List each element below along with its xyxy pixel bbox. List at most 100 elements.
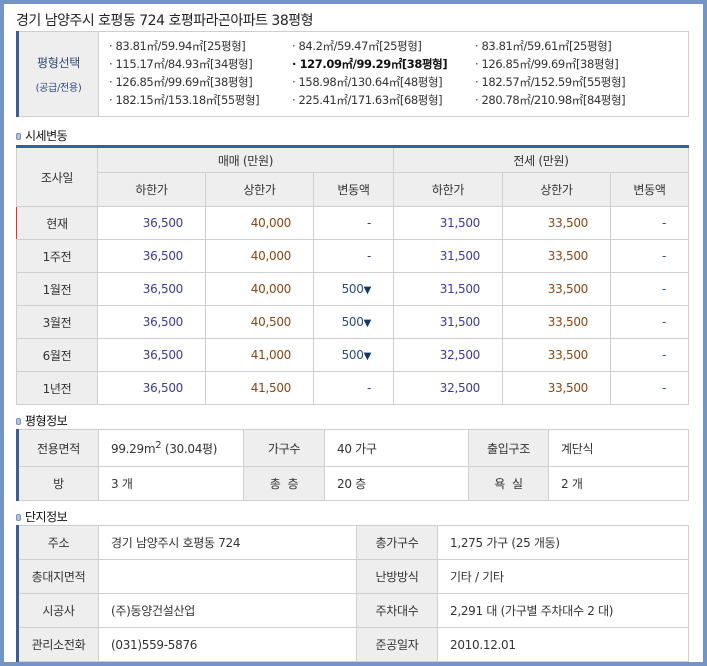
sale-low: 36,500 [97, 272, 206, 306]
completion-value: 2010.12.01 [437, 627, 689, 662]
entrance-label: 출입구조 [468, 429, 549, 467]
header-jeonse-low: 하한가 [393, 172, 503, 207]
header-jeonse-high: 상한가 [502, 172, 611, 207]
bath-label: 욕 실 [468, 466, 549, 501]
sale-change: - [313, 371, 394, 405]
down-arrow-icon: ▼ [363, 351, 372, 362]
header-jeonse: 전세 (만원) [393, 146, 689, 173]
size-option[interactable]: · 115.17㎡/84.93㎡[34평형] [109, 56, 292, 74]
sale-high: 40,000 [205, 272, 314, 306]
section-unit-info: 평형정보 [16, 412, 68, 429]
sale-low: 36,500 [97, 371, 206, 405]
jeonse-low: 31,500 [393, 272, 503, 306]
jeonse-low: 32,500 [393, 371, 503, 405]
sale-high: 40,000 [205, 206, 314, 240]
bullet-icon [16, 133, 21, 140]
address-value: 경기 남양주시 호평동 724 [98, 525, 357, 560]
households-value: 40 가구 [324, 429, 469, 467]
header-sale-high: 상한가 [205, 172, 314, 207]
price-table: 조사일 매매 (만원) 전세 (만원) 하한가 상한가 변동액 하한가 상한가 … [16, 145, 689, 405]
header-date: 조사일 [16, 146, 98, 207]
size-option[interactable]: · 158.98㎡/130.64㎡[48평형] [292, 74, 475, 92]
price-row: 1월전 36,500 40,000 500▼ 31,500 33,500 - [16, 272, 689, 306]
size-select-label: 평형선택 (공급/전용) [16, 31, 99, 117]
builder-value: (주)동양건설산업 [98, 593, 357, 628]
size-option[interactable]: · 225.41㎡/171.63㎡[68평형] [292, 92, 475, 110]
header-sale: 매매 (만원) [97, 146, 394, 173]
size-options: · 83.81㎡/59.94㎡[25평형] · 84.2㎡/59.47㎡[25평형… [98, 31, 689, 117]
header-sale-change: 변동액 [313, 172, 394, 207]
bullet-icon [16, 418, 21, 425]
rooms-value: 3 개 [98, 466, 244, 501]
header-sale-low: 하한가 [97, 172, 206, 207]
sale-high: 41,500 [205, 371, 314, 405]
price-row: 3월전 36,500 40,500 500▼ 31,500 33,500 - [16, 305, 689, 339]
jeonse-high: 33,500 [502, 338, 611, 372]
sale-low: 36,500 [97, 206, 206, 240]
section-complex-info: 단지정보 [16, 508, 68, 525]
down-arrow-icon: ▼ [363, 285, 372, 296]
section-price-change: 시세변동 [16, 127, 68, 144]
size-option[interactable]: · 127.09㎡/99.29㎡[38평형] [292, 56, 475, 74]
size-option[interactable]: · 83.81㎡/59.94㎡[25평형] [109, 38, 292, 56]
rooms-label: 방 [16, 466, 99, 501]
sale-low: 36,500 [97, 305, 206, 339]
heating-value: 기타 / 기타 [437, 559, 689, 594]
sale-high: 41,000 [205, 338, 314, 372]
sale-change: 500▼ [313, 305, 394, 339]
jeonse-change: - [610, 338, 689, 372]
bath-value: 2 개 [548, 466, 689, 501]
jeonse-low: 31,500 [393, 305, 503, 339]
price-row: 6월전 36,500 41,000 500▼ 32,500 33,500 - [16, 338, 689, 372]
row-date: 1월전 [16, 272, 98, 306]
property-panel: 경기 남양주시 호평동 724 호평파라곤아파트 38평형 평형선택 (공급/전용… [4, 4, 703, 662]
land-area-label: 총대지면적 [16, 559, 99, 594]
sale-high: 40,500 [205, 305, 314, 339]
page-title: 경기 남양주시 호평동 724 호평파라곤아파트 38평형 [16, 13, 314, 29]
total-households-label: 총가구수 [356, 525, 438, 560]
jeonse-low: 32,500 [393, 338, 503, 372]
price-row: 1년전 36,500 41,500 - 32,500 33,500 - [16, 371, 689, 405]
size-select-table: 평형선택 (공급/전용) · 83.81㎡/59.94㎡[25평형] · 84.2㎡… [16, 31, 689, 117]
sale-high: 40,000 [205, 239, 314, 273]
bullet-icon [16, 514, 21, 521]
floors-value: 20 층 [324, 466, 469, 501]
sale-change: 500▼ [313, 272, 394, 306]
size-option[interactable]: · 182.15㎡/153.18㎡[55평형] [109, 92, 292, 110]
jeonse-change: - [610, 206, 689, 240]
unit-info-table: 전용면적 99.29m2 (30.04평) 가구수 40 가구 출입구조 계단식… [16, 429, 689, 501]
complex-info-table: 주소 경기 남양주시 호평동 724 총가구수 1,275 가구 (25 개동) 총대… [16, 525, 689, 662]
row-date: 3월전 [16, 305, 98, 339]
size-option[interactable]: · 126.85㎡/99.69㎡[38평형] [109, 74, 292, 92]
header-jeonse-change: 변동액 [610, 172, 689, 207]
households-label: 가구수 [243, 429, 325, 467]
parking-value: 2,291 대 (가구별 주차대수 2 대) [437, 593, 689, 628]
entrance-value: 계단식 [548, 429, 689, 467]
floors-label: 총 층 [243, 466, 325, 501]
sale-change: - [313, 239, 394, 273]
builder-label: 시공사 [16, 593, 99, 628]
size-option[interactable]: · 280.78㎡/210.98㎡[84평형] [475, 92, 658, 110]
row-date: 6월전 [16, 338, 98, 372]
jeonse-change: - [610, 272, 689, 306]
address-label: 주소 [16, 525, 99, 560]
parking-label: 주차대수 [356, 593, 438, 628]
size-option[interactable]: · 126.85㎡/99.69㎡[38평형] [475, 56, 658, 74]
sale-low: 36,500 [97, 239, 206, 273]
sale-change: 500▼ [313, 338, 394, 372]
sale-change: - [313, 206, 394, 240]
jeonse-low: 31,500 [393, 206, 503, 240]
jeonse-low: 31,500 [393, 239, 503, 273]
sale-low: 36,500 [97, 338, 206, 372]
price-row: 1주전 36,500 40,000 - 31,500 33,500 - [16, 239, 689, 273]
jeonse-high: 33,500 [502, 239, 611, 273]
jeonse-high: 33,500 [502, 272, 611, 306]
jeonse-change: - [610, 371, 689, 405]
jeonse-high: 33,500 [502, 206, 611, 240]
area-label: 전용면적 [16, 429, 99, 467]
size-option[interactable]: · 84.2㎡/59.47㎡[25평형] [292, 38, 475, 56]
total-households-value: 1,275 가구 (25 개동) [437, 525, 689, 560]
size-option[interactable]: · 182.57㎡/152.59㎡[55평형] [475, 74, 658, 92]
land-area-value [98, 559, 357, 594]
size-option[interactable]: · 83.81㎡/59.61㎡[25평형] [475, 38, 658, 56]
